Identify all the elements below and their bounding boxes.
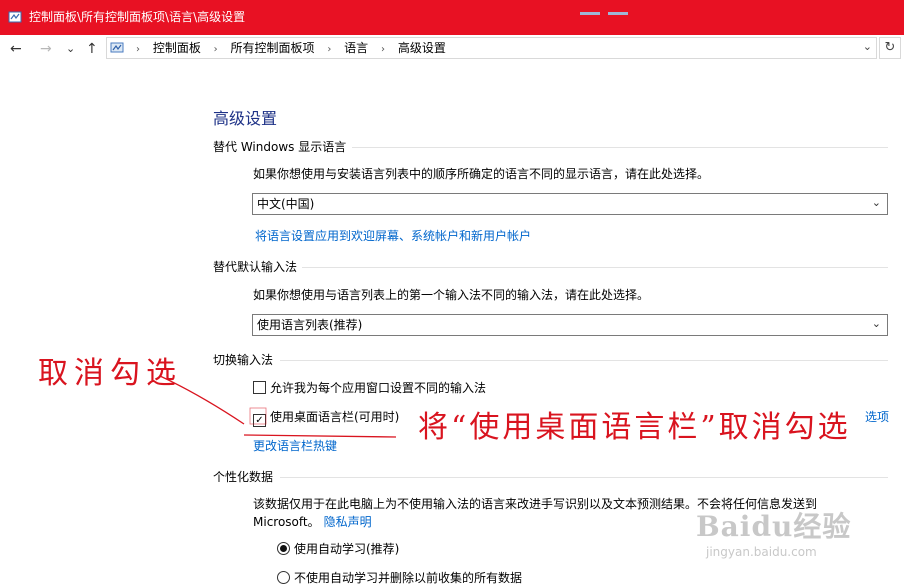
options-link[interactable]: 选项 <box>865 409 889 425</box>
control-panel-icon <box>8 11 22 23</box>
no-auto-learning-radio-row[interactable]: 不使用自动学习并删除以前收集的所有数据 <box>277 570 522 586</box>
display-language-value: 中文(中国) <box>257 197 315 211</box>
per-app-input-label: 允许我为每个应用窗口设置不同的输入法 <box>270 381 487 395</box>
section-divider <box>280 477 888 478</box>
auto-learning-radio[interactable] <box>277 542 290 555</box>
chevron-down-icon: ⌄ <box>871 317 881 330</box>
per-app-input-checkbox-row[interactable]: 允许我为每个应用窗口设置不同的输入法 <box>253 380 486 396</box>
desktop-language-bar-checkbox-row[interactable]: ✓ 使用桌面语言栏(可用时) <box>253 409 399 427</box>
section-heading-personalization: 个性化数据 <box>213 470 274 484</box>
address-dropdown-icon[interactable]: ⌄ <box>863 40 872 53</box>
breadcrumb-separator: › <box>213 44 218 55</box>
apply-language-settings-link[interactable]: 将语言设置应用到欢迎屏幕、系统帐户和新用户帐户 <box>255 228 531 244</box>
privacy-statement-link[interactable]: 隐私声明 <box>324 515 372 529</box>
recent-locations-button[interactable]: ⌄ <box>66 39 75 59</box>
display-language-description: 如果你想使用与安装语言列表中的顺序所确定的语言不同的显示语言，请在此处选择。 <box>253 167 710 181</box>
breadcrumb-separator: › <box>327 44 332 55</box>
title-bar: 控制面板\所有控制面板项\语言\高级设置 <box>0 0 904 35</box>
section-heading-default-input: 替代默认输入法 <box>213 260 298 274</box>
breadcrumb-separator: › <box>381 44 386 55</box>
up-button[interactable]: ↑ <box>86 39 98 59</box>
breadcrumb-control-panel[interactable]: 控制面板 <box>153 41 201 55</box>
annotation-instruction: 将“使用桌面语言栏”取消勾选 <box>418 410 851 445</box>
back-button[interactable]: ← <box>10 39 22 59</box>
chevron-down-icon: ⌄ <box>871 196 881 209</box>
per-app-input-checkbox[interactable] <box>253 381 266 394</box>
default-input-value: 使用语言列表(推荐) <box>257 318 363 332</box>
display-language-select[interactable]: 中文(中国) ⌄ <box>252 193 888 215</box>
navigation-bar: ← → ⌄ ↑ › 控制面板 › 所有控制面板项 › 语言 › 高级设置 ⌄ ↻ <box>0 35 904 63</box>
default-input-description: 如果你想使用与语言列表上的第一个输入法不同的输入法，请在此处选择。 <box>253 288 650 302</box>
no-auto-learning-label: 不使用自动学习并删除以前收集的所有数据 <box>294 571 523 585</box>
desktop-language-bar-checkbox[interactable]: ✓ <box>253 414 266 427</box>
annotation-uncheck-label: 取消勾选 <box>38 356 182 391</box>
section-heading-display-language: 替代 Windows 显示语言 <box>213 140 347 154</box>
no-auto-learning-radio[interactable] <box>277 571 290 584</box>
breadcrumb-all-items[interactable]: 所有控制面板项 <box>231 41 315 55</box>
breadcrumb: › 控制面板 › 所有控制面板项 › 语言 › 高级设置 <box>127 40 446 58</box>
default-input-select[interactable]: 使用语言列表(推荐) ⌄ <box>252 314 888 336</box>
watermark-brand: Baidu经验 <box>696 510 852 543</box>
personalization-description-text: Microsoft。 <box>253 515 320 529</box>
auto-learning-radio-row[interactable]: 使用自动学习(推荐) <box>277 541 399 557</box>
personalization-description-line2: Microsoft。 隐私声明 <box>253 514 372 530</box>
address-bar[interactable]: › 控制面板 › 所有控制面板项 › 语言 › 高级设置 ⌄ <box>106 37 877 59</box>
breadcrumb-language[interactable]: 语言 <box>344 41 368 55</box>
desktop-language-bar-label: 使用桌面语言栏(可用时) <box>270 410 400 424</box>
change-hotkey-link[interactable]: 更改语言栏热键 <box>253 438 337 454</box>
watermark: Baidu经验 jingyan.baidu.com <box>696 505 852 559</box>
breadcrumb-advanced[interactable]: 高级设置 <box>398 41 446 55</box>
section-divider <box>280 360 888 361</box>
breadcrumb-separator: › <box>136 44 140 55</box>
section-divider <box>302 267 888 268</box>
forward-button[interactable]: → <box>40 39 52 59</box>
window-title: 控制面板\所有控制面板项\语言\高级设置 <box>29 10 246 24</box>
auto-learning-label: 使用自动学习(推荐) <box>294 542 400 556</box>
watermark-url: jingyan.baidu.com <box>706 545 817 559</box>
section-heading-switch-input: 切换输入法 <box>213 353 274 367</box>
section-divider <box>352 147 888 148</box>
title-bar-controls <box>580 0 660 15</box>
refresh-button[interactable]: ↻ <box>879 37 901 59</box>
page-title: 高级设置 <box>213 109 278 128</box>
location-icon <box>110 42 124 53</box>
